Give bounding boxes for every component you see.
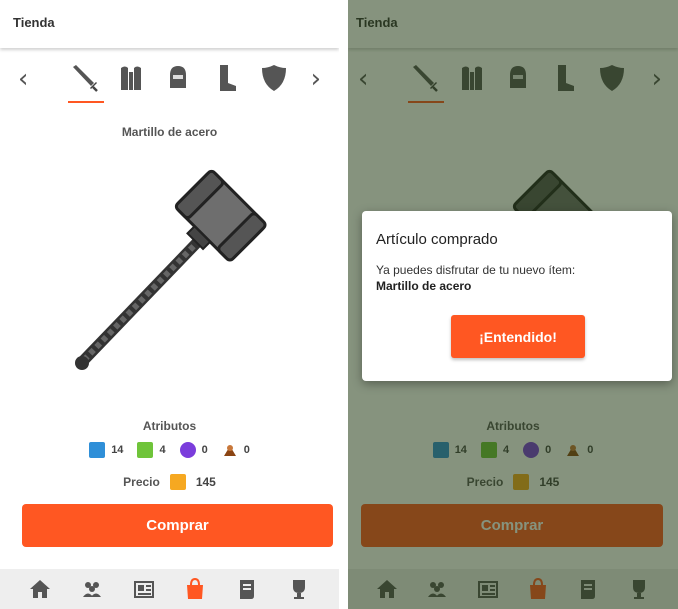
defense-icon bbox=[221, 442, 238, 458]
attributes-row: 14 4 0 0 bbox=[0, 442, 339, 458]
attributes-title: Atributos bbox=[142, 419, 197, 433]
sword-icon[interactable] bbox=[68, 62, 104, 103]
understood-button[interactable]: ¡Entendido! bbox=[451, 315, 585, 358]
news-icon[interactable] bbox=[132, 577, 156, 601]
hammer-image bbox=[75, 169, 267, 370]
boot-icon[interactable] bbox=[210, 62, 242, 96]
price-value: 145 bbox=[195, 475, 216, 489]
armor-icon[interactable] bbox=[115, 62, 147, 96]
buy-button[interactable]: Comprar bbox=[22, 504, 333, 547]
purchase-dialog: Artículo comprado Ya puedes disfrutar de… bbox=[362, 211, 672, 381]
agility-icon bbox=[137, 442, 154, 458]
attribute-defense: 0 bbox=[221, 442, 250, 458]
trophy-icon[interactable] bbox=[287, 577, 311, 601]
group-icon[interactable] bbox=[80, 577, 104, 601]
price-row: Precio 145 bbox=[0, 474, 339, 490]
shop-screen-right: Tienda ‹ › Atributos bbox=[348, 0, 678, 609]
item-name: Martillo de acero bbox=[121, 125, 218, 139]
scroll-icon[interactable] bbox=[235, 577, 259, 601]
dialog-title: Artículo comprado bbox=[376, 231, 498, 248]
attribute-magic: 0 bbox=[179, 442, 208, 458]
shop-screen-left: Tienda ‹ › Martillo de acero Atributos 1… bbox=[0, 0, 339, 609]
app-bar: Tienda bbox=[0, 0, 339, 48]
attack-icon bbox=[89, 442, 106, 458]
dialog-message: Ya puedes disfrutar de tu nuevo ítem: bbox=[376, 263, 576, 277]
category-bar: ‹ › bbox=[0, 58, 339, 106]
shop-bag-icon[interactable] bbox=[183, 577, 207, 601]
coin-icon bbox=[169, 474, 186, 490]
attribute-agility: 4 bbox=[137, 442, 166, 458]
dialog-item-name: Martillo de acero bbox=[376, 279, 472, 294]
next-arrow-icon[interactable]: › bbox=[311, 66, 321, 92]
home-icon[interactable] bbox=[28, 577, 52, 601]
screen-gutter bbox=[339, 0, 348, 609]
helmet-icon[interactable] bbox=[162, 62, 194, 96]
bottom-nav bbox=[0, 569, 339, 609]
attribute-attack: 14 bbox=[89, 442, 123, 458]
magic-icon bbox=[179, 442, 196, 458]
price-label: Precio bbox=[123, 475, 160, 489]
app-title: Tienda bbox=[13, 15, 55, 30]
prev-arrow-icon[interactable]: ‹ bbox=[18, 66, 28, 92]
shield-icon[interactable] bbox=[258, 62, 290, 96]
